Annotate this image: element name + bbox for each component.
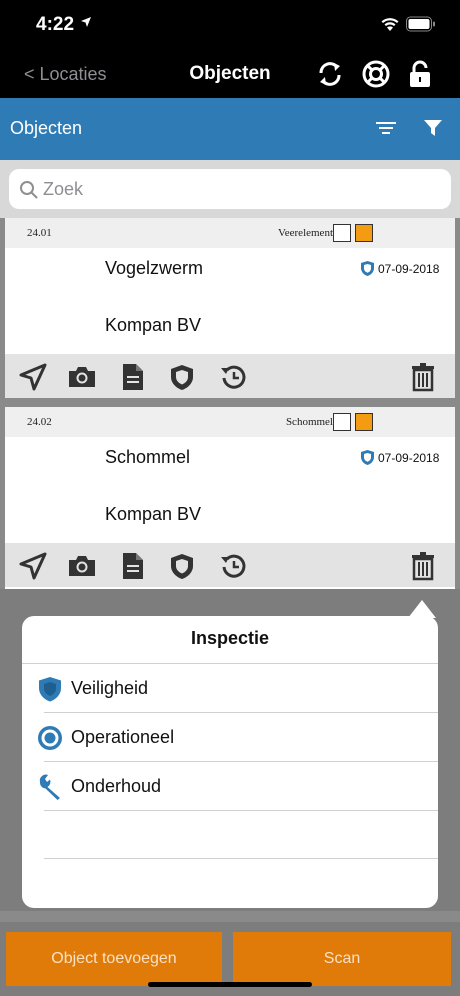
nav-title: Objecten [189, 63, 271, 84]
popover-item-label: Onderhoud [71, 776, 162, 796]
object-type: Schommel [285, 416, 333, 428]
wrench-icon [39, 774, 60, 800]
status-checkbox-orange[interactable] [355, 413, 373, 431]
filter-icon[interactable] [422, 118, 444, 138]
navigation-bar: < Locaties Objecten [0, 50, 460, 98]
status-checkbox-white[interactable] [333, 413, 351, 431]
sync-icon[interactable] [315, 59, 345, 89]
inspection-date-text: 07-09-2018 [378, 262, 440, 276]
shield-icon [361, 450, 374, 465]
object-card-header: 24.01 Veerelement [5, 218, 455, 248]
camera-icon[interactable] [67, 362, 97, 392]
search-box[interactable] [9, 169, 451, 209]
battery-icon [406, 16, 435, 32]
status-bar: 4:22 [0, 0, 460, 50]
popover-item-label: Operationeel [71, 727, 175, 747]
navigate-icon[interactable] [18, 551, 48, 581]
object-type: Veerelement [278, 227, 333, 239]
navigate-icon[interactable] [18, 362, 48, 392]
shield-icon[interactable] [167, 362, 197, 392]
trash-icon[interactable] [408, 362, 438, 392]
unlock-icon[interactable] [405, 59, 435, 89]
search-input[interactable] [43, 175, 443, 203]
shield-icon [361, 261, 374, 276]
add-object-button[interactable]: Object toevoegen [6, 932, 222, 986]
popover-item-veiligheid[interactable]: Veiligheid [22, 664, 438, 713]
scan-button[interactable]: Scan [233, 932, 451, 986]
object-card[interactable]: 24.01 Veerelement Vogelzwerm 07-09-2018 … [5, 218, 455, 398]
object-card[interactable]: 24.02 Schommel Schommel 07-09-2018 Kompa… [5, 407, 455, 589]
object-company: Kompan BV [105, 315, 202, 335]
search-bar [0, 160, 460, 218]
object-name: Schommel [105, 447, 191, 467]
trash-icon[interactable] [408, 551, 438, 581]
status-checkbox-orange[interactable] [355, 224, 373, 242]
object-code: 24.02 [27, 416, 52, 428]
search-icon [20, 181, 38, 199]
object-company: Kompan BV [105, 504, 202, 524]
object-actions [5, 543, 455, 587]
status-time: 4:22 [36, 14, 75, 35]
divider [44, 810, 438, 811]
inspection-popover: Inspectie Veiligheid Operationeel Onderh… [22, 616, 438, 908]
lifebuoy-icon[interactable] [361, 59, 391, 89]
objects-header: Objecten [0, 98, 460, 160]
location-arrow-icon [81, 17, 91, 27]
object-card-header: 24.02 Schommel [5, 407, 455, 437]
divider [44, 858, 438, 859]
camera-icon[interactable] [67, 551, 97, 581]
status-checkbox-white[interactable] [333, 224, 351, 242]
popover-item-onderhoud[interactable]: Onderhoud [22, 762, 438, 811]
sort-icon[interactable] [375, 118, 397, 138]
popover-item-operationeel[interactable]: Operationeel [22, 713, 438, 762]
object-code: 24.01 [27, 227, 52, 239]
popover-title: Inspectie [190, 628, 270, 648]
history-icon[interactable] [218, 362, 248, 392]
object-actions [5, 354, 455, 398]
inspection-date-text: 07-09-2018 [378, 451, 440, 465]
shield-icon[interactable] [167, 551, 197, 581]
document-icon[interactable] [118, 551, 148, 581]
document-icon[interactable] [118, 362, 148, 392]
target-icon [38, 726, 62, 750]
history-icon[interactable] [218, 551, 248, 581]
wifi-icon [381, 18, 399, 31]
popover-item-label: Veiligheid [71, 678, 149, 698]
shield-icon [39, 677, 61, 702]
home-indicator[interactable] [148, 982, 312, 987]
object-name: Vogelzwerm [105, 258, 204, 278]
objects-header-title: Objecten [10, 118, 83, 138]
